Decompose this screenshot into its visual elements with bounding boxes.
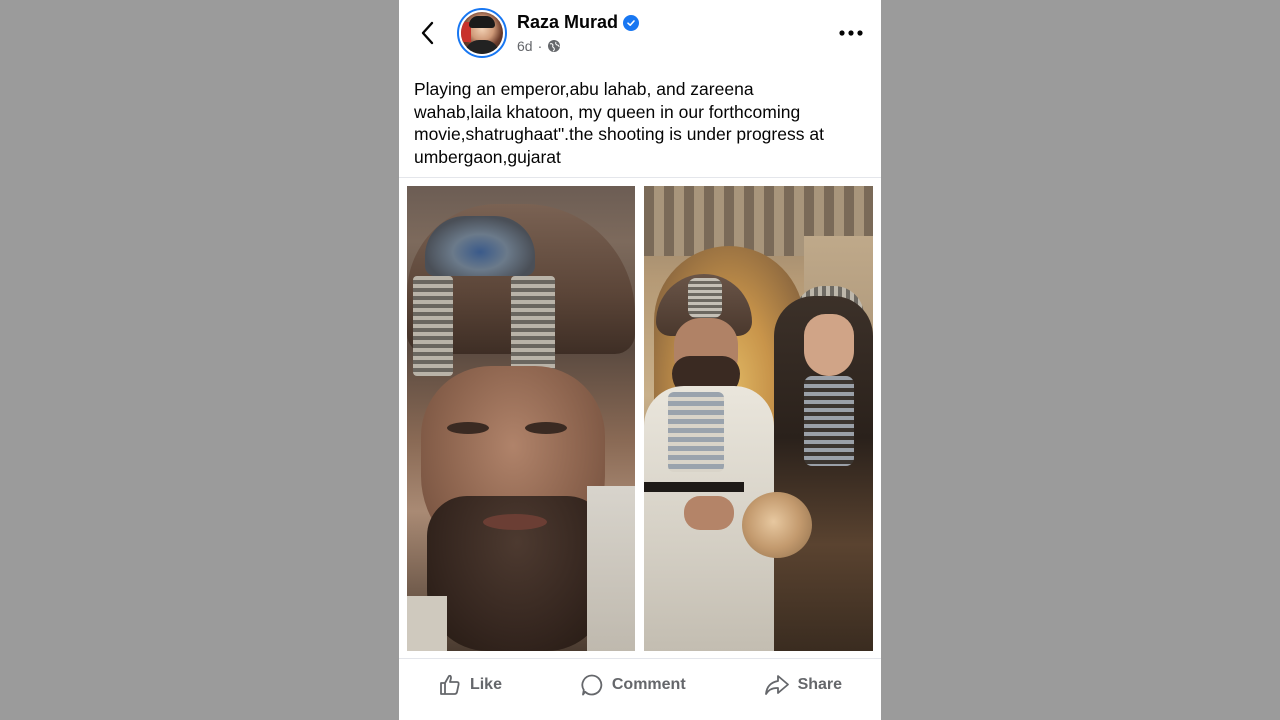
divider xyxy=(399,658,881,659)
more-horizontal-icon xyxy=(839,30,863,36)
meta-separator: · xyxy=(537,38,543,54)
comment-label: Comment xyxy=(611,676,686,693)
thumbs-up-icon xyxy=(440,674,460,695)
like-button[interactable]: Like xyxy=(426,667,514,703)
share-icon xyxy=(764,675,789,695)
post-header: Raza Murad 6d · xyxy=(399,0,881,68)
author-name[interactable]: Raza Murad xyxy=(517,12,618,33)
post-meta: 6d · xyxy=(517,38,561,54)
back-button[interactable] xyxy=(413,18,441,48)
photo-emperor-and-queen[interactable] xyxy=(644,186,873,651)
more-options-button[interactable] xyxy=(837,22,865,44)
post-actions: Like Comment Share xyxy=(399,660,881,710)
comment-icon xyxy=(581,674,603,696)
photo-emperor-closeup[interactable] xyxy=(407,186,635,651)
avatar-image xyxy=(461,12,503,54)
share-label: Share xyxy=(797,676,843,693)
verified-badge-icon xyxy=(623,14,640,31)
chevron-left-icon xyxy=(421,21,434,45)
share-button[interactable]: Share xyxy=(752,667,854,703)
post-caption: Playing an emperor,abu lahab, and zareen… xyxy=(414,79,824,167)
photo-grid xyxy=(407,186,873,651)
divider xyxy=(399,177,881,178)
avatar[interactable] xyxy=(457,8,507,58)
like-label: Like xyxy=(469,676,502,693)
author-row: Raza Murad xyxy=(517,12,640,33)
post-time[interactable]: 6d xyxy=(517,38,533,54)
comment-button[interactable]: Comment xyxy=(568,667,698,703)
globe-icon xyxy=(548,40,561,52)
post-card: Raza Murad 6d · Playing an emperor,abu l… xyxy=(399,0,881,720)
